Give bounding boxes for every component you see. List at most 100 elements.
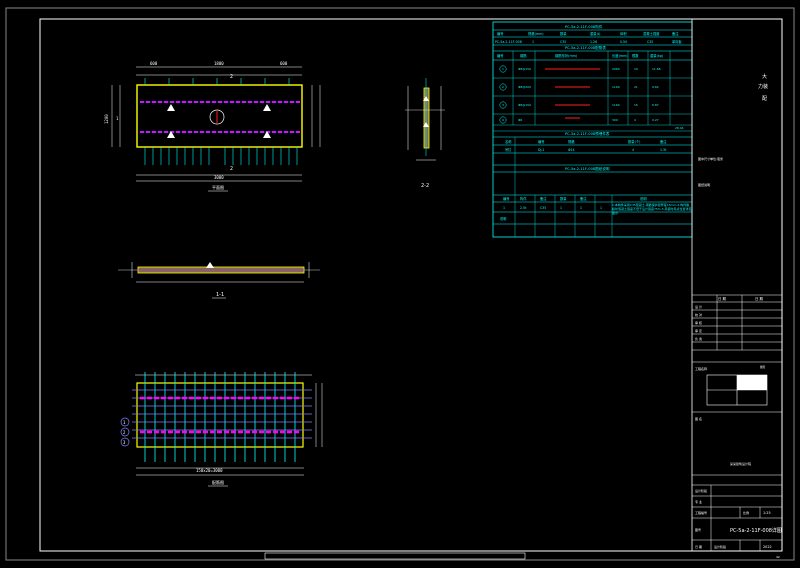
r2-no: 2 <box>502 85 504 89</box>
tb-mid-label: 工程名称 <box>695 366 707 371</box>
section-mark-2-top: 2 <box>230 74 233 80</box>
t1-h5: 混凝土强度 <box>643 31 660 36</box>
t4-h4: 备注 <box>580 196 587 201</box>
note-drawing: 图纸说明 <box>698 182 710 187</box>
tb-rows2-3: 工程编号 <box>695 510 707 515</box>
t4-h3: 数量 <box>560 196 567 201</box>
t3-c1: DJ-1 <box>538 148 544 152</box>
t1-c2: C35 <box>560 40 566 44</box>
r1-spec: Φ8@150 <box>518 67 531 71</box>
t1-c4: 0.50 <box>620 40 627 44</box>
t2-h5: 重量(kg) <box>650 53 663 58</box>
t1-c6: 单向板 <box>672 39 682 44</box>
vertical-char-3: 配 <box>762 96 767 102</box>
vertical-char-2: 力装 <box>758 83 768 90</box>
dim-height: 1200 <box>104 114 109 124</box>
sheet-number: 42 <box>776 555 780 559</box>
t3-c4: 1.3t <box>660 148 667 152</box>
r4-qty: 4 <box>634 118 636 122</box>
plan-title: 平面图 <box>212 184 224 190</box>
t4-h5: 说明 <box>640 196 647 201</box>
t1-c3: 1.26 <box>590 40 597 44</box>
t2-h3: 长度(mm) <box>612 53 628 58</box>
section-1-1: 1-1 <box>118 262 320 299</box>
dim-plan-total: 3000 <box>214 175 224 180</box>
t2-h2: 钢筋形状(mm) <box>555 53 577 58</box>
note-units: 图中尺寸单位:毫米 <box>698 156 723 161</box>
vertical-char-1: 大 <box>762 73 767 80</box>
bottom-tab <box>264 552 526 560</box>
tb-corner-label: 图签 <box>760 365 766 369</box>
r3-no: 3 <box>502 103 504 107</box>
t1-c0: PC-5a-2-11F-008 <box>495 40 522 44</box>
t3-h3: 数量(个) <box>628 139 640 144</box>
tb-row-4: 审 定 <box>695 328 702 333</box>
t1-h1: 规格(mm) <box>528 31 544 36</box>
paper-border <box>5 7 795 561</box>
t3-c0: 吊钉 <box>505 147 512 152</box>
tb-row-5: 负 责 <box>695 336 702 341</box>
t4-c4: 1 <box>580 206 582 210</box>
t4-h0: 编号 <box>503 196 510 201</box>
r1-len: 2960 <box>612 67 620 71</box>
t3-h0: 名称 <box>505 139 512 144</box>
t2-h1: 钢筋 <box>520 53 527 58</box>
r3-spec: Φ8@150 <box>518 103 531 107</box>
tb-bottom-right: 2022 <box>763 545 772 549</box>
section-11-title: 1-1 <box>216 292 224 298</box>
callout-label-1: 1 <box>123 420 126 425</box>
notes-text: 1.本构件采用C35混凝土,钢筋保护层厚度15mm.2.构件脱模时混凝土强度不低… <box>612 203 692 215</box>
reinforcement-title: 配筋图 <box>212 479 224 485</box>
t3-h2: 规格 <box>568 139 575 144</box>
t3-h4: 备注 <box>660 139 667 144</box>
dim-seg-a: 600 <box>150 61 158 66</box>
section-2-2: 2-2 <box>405 78 445 189</box>
r1-wt: 11.68 <box>652 67 661 71</box>
r2-len: 1160 <box>612 85 620 89</box>
r3-len: 1160 <box>612 103 620 107</box>
dim-seg-c: 600 <box>280 61 288 66</box>
section-22-title: 2-2 <box>421 183 429 189</box>
table4-title: PC-5a-2-11F-008图纸说明 <box>565 166 610 171</box>
cad-drawing-canvas[interactable]: 600 1800 600 2 1 1200 2 3000 平面图 2-2 1-1… <box>0 0 800 568</box>
t4-c1: 2.5t <box>520 206 527 210</box>
r2-qty: 21 <box>634 85 638 89</box>
t1-c5: C35 <box>647 40 653 44</box>
r4-spec: Φ6 <box>518 118 522 122</box>
table2-title: PC-5a-2-11F-008配筋表 <box>565 45 606 50</box>
t4-c0: 1 <box>503 206 505 210</box>
plan-panel <box>136 84 303 148</box>
tb-row-1: 设 计 <box>695 304 702 309</box>
t3-h1: 编号 <box>538 139 545 144</box>
t4-c5: 1 <box>600 206 602 210</box>
r4-len: 300 <box>612 118 618 122</box>
tb-row-2: 校 对 <box>695 312 702 317</box>
tb-row-3: 审 核 <box>695 320 702 325</box>
tb-scale-label: 比例 <box>743 510 749 515</box>
t4-h1: 构件 <box>520 196 527 201</box>
tb-stamp-label: 图 名 <box>695 416 702 421</box>
tb-top-left: 日 期 <box>718 296 726 301</box>
t1-h4: 体积 <box>620 31 627 36</box>
t3-c2: Φ14 <box>568 148 575 152</box>
t4-h2: 备注 <box>540 196 547 201</box>
t1-h6: 备注 <box>672 31 679 36</box>
callout-label-3: 3 <box>123 440 126 445</box>
tb-rows2-2: 专 业 <box>695 499 702 504</box>
table1-title: PC-5a-2-11F-008构件 <box>565 24 603 29</box>
t1-h0: 编号 <box>497 31 504 36</box>
dim-seg-b: 1800 <box>214 61 224 66</box>
table3-title: PC-5a-2-11F-008预埋件表 <box>565 131 610 136</box>
r1-no: 1 <box>502 67 504 71</box>
tb-rows2-1: 设计阶段 <box>695 488 707 493</box>
t1-h2: 数量 <box>560 31 567 36</box>
r3-wt: 6.87 <box>652 103 659 107</box>
t2-h4: 根数 <box>632 53 639 58</box>
tb-bottom-left: 日 期 <box>695 544 702 549</box>
t3-c3: 4 <box>632 148 634 152</box>
schedule-tables: PC-5a-2-11F-008构件 编号 规格(mm) 数量 重量(t) 体积 … <box>492 21 693 238</box>
rebar-total: 28.44 <box>675 126 684 130</box>
dim-rebar-bottom: 150x20=3000 <box>196 468 223 473</box>
reinforcement-view: 1 2 3 150x20=3000 配筋图 <box>120 372 323 487</box>
t4-c2: C35 <box>540 206 546 210</box>
